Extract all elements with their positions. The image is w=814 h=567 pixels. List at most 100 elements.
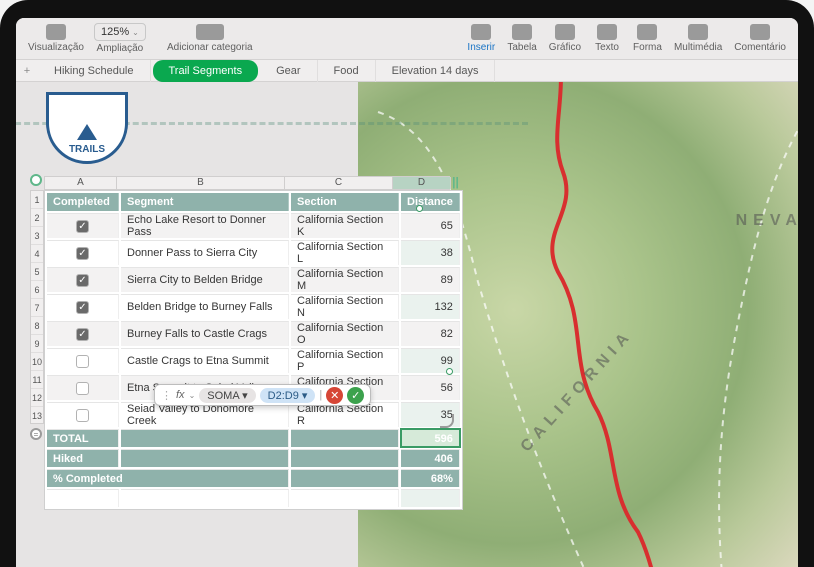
row-header[interactable]: 8: [31, 317, 43, 335]
col-header-d[interactable]: D: [393, 177, 451, 189]
header-completed[interactable]: Completed: [47, 193, 119, 211]
col-header-a[interactable]: A: [45, 177, 117, 189]
formula-function-token[interactable]: SOMA ▾: [199, 388, 255, 403]
total-row[interactable]: TOTAL596: [47, 429, 460, 447]
formula-grip-icon[interactable]: ⋮: [161, 389, 172, 402]
cell-distance[interactable]: 82: [401, 321, 460, 346]
cell-distance[interactable]: 65: [401, 213, 460, 238]
formula-editor[interactable]: ⋮ fx ⌄ SOMA ▾ D2:D9 ▾ | ✕ ✓: [154, 384, 371, 406]
selection-handle-top[interactable]: [416, 205, 423, 212]
cell-segment[interactable]: Donner Pass to Sierra City: [121, 240, 289, 265]
header-segment[interactable]: Segment: [121, 193, 289, 211]
cell-segment[interactable]: Burney Falls to Castle Crags: [121, 321, 289, 346]
checkbox-icon[interactable]: [76, 301, 89, 314]
checkbox-icon[interactable]: [76, 247, 89, 260]
checkbox-icon[interactable]: [76, 409, 89, 422]
selection-handle-bottom[interactable]: [446, 368, 453, 375]
empty-row[interactable]: [47, 489, 460, 507]
checkbox-icon[interactable]: [76, 220, 89, 233]
zoom-value: 125%: [101, 26, 129, 38]
hiked-row[interactable]: Hiked 406: [47, 449, 460, 467]
col-header-b[interactable]: B: [117, 177, 285, 189]
cell-distance[interactable]: 89: [401, 267, 460, 292]
row-ruler[interactable]: 1 2 3 4 5 6 7 8 9 10 11 12 13: [30, 190, 44, 424]
table-button[interactable]: Tabela: [501, 21, 542, 56]
hiked-label: Hiked: [47, 449, 119, 467]
checkbox-icon[interactable]: [76, 328, 89, 341]
cell-distance[interactable]: 56: [401, 375, 460, 400]
table-row[interactable]: Belden Bridge to Burney FallsCalifornia …: [47, 294, 460, 319]
cell-segment[interactable]: Sierra City to Belden Bridge: [121, 267, 289, 292]
view-button[interactable]: Visualização: [22, 21, 90, 56]
row-header[interactable]: 5: [31, 263, 43, 281]
row-add-handle[interactable]: =: [30, 428, 42, 440]
cell-section[interactable]: California Section P: [291, 348, 399, 373]
sheet-tab-gear[interactable]: Gear: [260, 60, 317, 82]
formula-confirm-button[interactable]: ✓: [347, 387, 364, 404]
cell-distance[interactable]: 38: [401, 240, 460, 265]
checkbox-icon[interactable]: [76, 274, 89, 287]
shape-button[interactable]: Forma: [627, 21, 668, 56]
total-value-cell[interactable]: 596: [401, 429, 460, 447]
add-category-button[interactable]: Adicionar categoria: [150, 21, 270, 56]
cell-section[interactable]: California Section O: [291, 321, 399, 346]
insert-label: Inserir: [467, 42, 495, 53]
row-header[interactable]: 9: [31, 335, 43, 353]
cell-section[interactable]: California Section N: [291, 294, 399, 319]
col-header-c[interactable]: C: [285, 177, 393, 189]
cell-section[interactable]: California Section L: [291, 240, 399, 265]
sheet-tab-food[interactable]: Food: [318, 60, 376, 82]
cell-section[interactable]: California Section K: [291, 213, 399, 238]
sheet-tab-hiking[interactable]: Hiking Schedule: [38, 60, 151, 82]
formula-cancel-button[interactable]: ✕: [326, 387, 343, 404]
comment-button[interactable]: Comentário: [728, 21, 792, 56]
row-header[interactable]: 4: [31, 245, 43, 263]
chart-label: Gráfico: [549, 42, 581, 53]
row-header[interactable]: 12: [31, 389, 43, 407]
row-header[interactable]: 3: [31, 227, 43, 245]
media-button[interactable]: Multimédia: [668, 21, 728, 56]
row-header[interactable]: 6: [31, 281, 43, 299]
trail-segments-table[interactable]: Completed Segment Section Distance Echo …: [44, 190, 463, 510]
row-header[interactable]: 2: [31, 209, 43, 227]
sheet-canvas[interactable]: NEVADA CALIFORNIA TRAILS A B C D || 1 2 …: [16, 82, 798, 567]
cell-distance[interactable]: 132: [401, 294, 460, 319]
view-label: Visualização: [28, 42, 84, 53]
row-header[interactable]: 13: [31, 407, 43, 425]
insert-button[interactable]: Inserir: [461, 21, 501, 56]
table-row[interactable]: Burney Falls to Castle CragsCalifornia S…: [47, 321, 460, 346]
table-row[interactable]: Castle Crags to Etna SummitCalifornia Se…: [47, 348, 460, 373]
table-row[interactable]: Echo Lake Resort to Donner PassCaliforni…: [47, 213, 460, 238]
cell-segment[interactable]: Belden Bridge to Burney Falls: [121, 294, 289, 319]
pct-value[interactable]: 68%: [401, 469, 460, 487]
cell-section[interactable]: California Section M: [291, 267, 399, 292]
zoom-control[interactable]: 125%⌄ Ampliação: [90, 23, 150, 54]
table-row[interactable]: Sierra City to Belden BridgeCalifornia S…: [47, 267, 460, 292]
row-header[interactable]: 7: [31, 299, 43, 317]
table-origin-handle[interactable]: [30, 174, 42, 186]
checkbox-icon[interactable]: [76, 382, 89, 395]
trails-logo-badge: TRAILS: [46, 92, 128, 164]
checkbox-icon[interactable]: [76, 355, 89, 368]
header-section[interactable]: Section: [291, 193, 399, 211]
fx-icon[interactable]: fx: [176, 389, 185, 401]
column-add-handle[interactable]: ||: [452, 174, 459, 190]
pct-row[interactable]: % Completed68%: [47, 469, 460, 487]
chevron-down-icon[interactable]: ⌄: [189, 391, 196, 400]
cell-segment[interactable]: Castle Crags to Etna Summit: [121, 348, 289, 373]
row-header[interactable]: 11: [31, 371, 43, 389]
chart-button[interactable]: Gráfico: [543, 21, 587, 56]
sheet-tab-elevation[interactable]: Elevation 14 days: [376, 60, 496, 82]
column-ruler[interactable]: A B C D: [44, 176, 450, 190]
add-sheet-button[interactable]: +: [16, 65, 38, 77]
map-label-nevada: NEVADA: [736, 212, 798, 230]
hiked-value[interactable]: 406: [401, 449, 460, 467]
row-header-1[interactable]: 1: [31, 191, 43, 209]
header-distance[interactable]: Distance: [401, 193, 460, 211]
formula-range-token[interactable]: D2:D9 ▾: [260, 388, 316, 403]
text-button[interactable]: Texto: [587, 21, 627, 56]
cell-segment[interactable]: Echo Lake Resort to Donner Pass: [121, 213, 289, 238]
table-row[interactable]: Donner Pass to Sierra CityCalifornia Sec…: [47, 240, 460, 265]
sheet-tab-trail-segments[interactable]: Trail Segments: [153, 60, 259, 82]
row-header[interactable]: 10: [31, 353, 43, 371]
